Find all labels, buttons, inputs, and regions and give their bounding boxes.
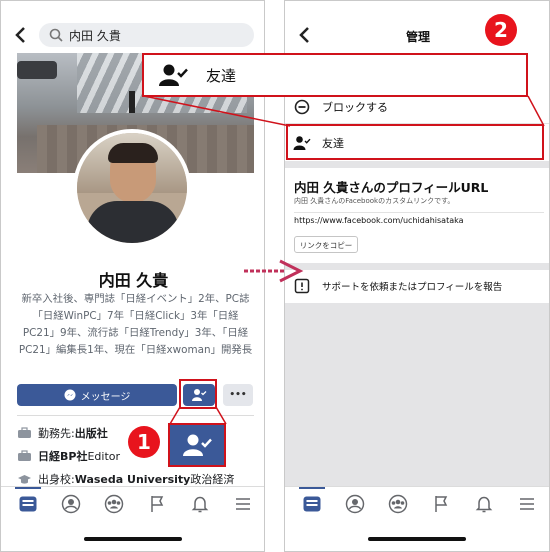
friends-row-highlight bbox=[286, 124, 544, 160]
step-number-1: 1 bbox=[128, 426, 160, 458]
friends-row-zoom-callout: 友達 bbox=[142, 53, 528, 97]
step-number-2: 2 bbox=[485, 14, 517, 46]
friend-check-icon bbox=[183, 434, 212, 456]
transition-arrow-icon bbox=[244, 259, 304, 283]
callout-friends-label: 友達 bbox=[206, 66, 237, 85]
friend-check-icon bbox=[159, 64, 188, 86]
friends-button-zoom-callout bbox=[168, 423, 226, 467]
